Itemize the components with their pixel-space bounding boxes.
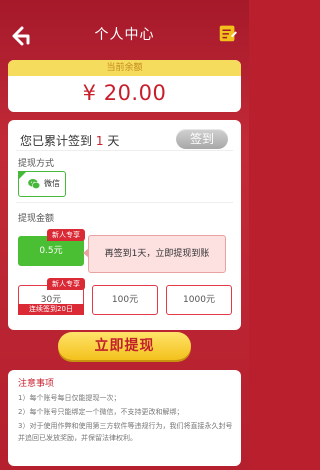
new-user-badge: 新人专享 (47, 278, 85, 290)
amount-option-30[interactable]: 30元 新人专享 连续签到20日 (18, 278, 85, 315)
edit-note-icon[interactable] (217, 22, 239, 44)
note-item: 2）每个账号只能绑定一个微信，不支持更改和解绑； (18, 408, 184, 416)
amount-option-0-5[interactable]: 0.5元 新人专享 (18, 229, 85, 266)
wechat-label: 微信 (44, 179, 60, 188)
withdraw-card: 您已累计签到 1 天 签到 提现方式 微信 提现金额 0.5元 新人专享 30元… (8, 120, 241, 330)
amount-value: 1000元 (183, 295, 215, 305)
balance-card: 当前余额 ¥ 20.00 (8, 60, 241, 112)
divider (16, 202, 233, 203)
balance-label: 当前余额 (8, 60, 241, 76)
signin-summary: 您已累计签到 1 天 (20, 132, 119, 149)
signin-suffix: 天 (107, 134, 120, 148)
amount-value: 0.5元 (39, 246, 63, 256)
signin-tooltip: 再签到1天，立即提现到账 (88, 235, 226, 273)
withdraw-method-label: 提现方式 (18, 159, 55, 169)
divider (16, 150, 233, 151)
amount-value: 100元 (111, 295, 139, 305)
streak-ribbon: 连续签到20日 (18, 304, 84, 315)
notes-card: 注意事项 1）每个账号每日仅能提现一次； 2）每个账号只能绑定一个微信，不支持更… (8, 370, 241, 466)
withdraw-now-button[interactable]: 立即提现 (58, 332, 191, 360)
signin-button[interactable]: 签到 (176, 129, 228, 149)
note-item: 3）对于使用作弊和使用第三方软件等违规行为，我们将直接永久封号并追回已发放奖励，… (18, 422, 233, 442)
withdraw-method-wechat[interactable]: 微信 (18, 171, 66, 197)
balance-amount: ¥ 20.00 (82, 81, 167, 105)
new-user-badge: 新人专享 (47, 229, 85, 241)
signin-prefix: 您已累计签到 (20, 134, 93, 148)
amount-option-100[interactable]: 100元 (92, 285, 158, 315)
header-bar: 个人中心 (0, 0, 249, 60)
selected-corner-icon (18, 171, 27, 180)
amount-option-1000[interactable]: 1000元 (166, 285, 232, 315)
note-item: 1）每个账号每日仅能提现一次； (18, 394, 121, 402)
notes-title: 注意事项 (18, 379, 55, 389)
wechat-icon (28, 179, 41, 189)
withdraw-amount-label: 提现金额 (18, 214, 55, 224)
page-title: 个人中心 (94, 27, 155, 43)
signin-days: 1 (95, 134, 104, 148)
